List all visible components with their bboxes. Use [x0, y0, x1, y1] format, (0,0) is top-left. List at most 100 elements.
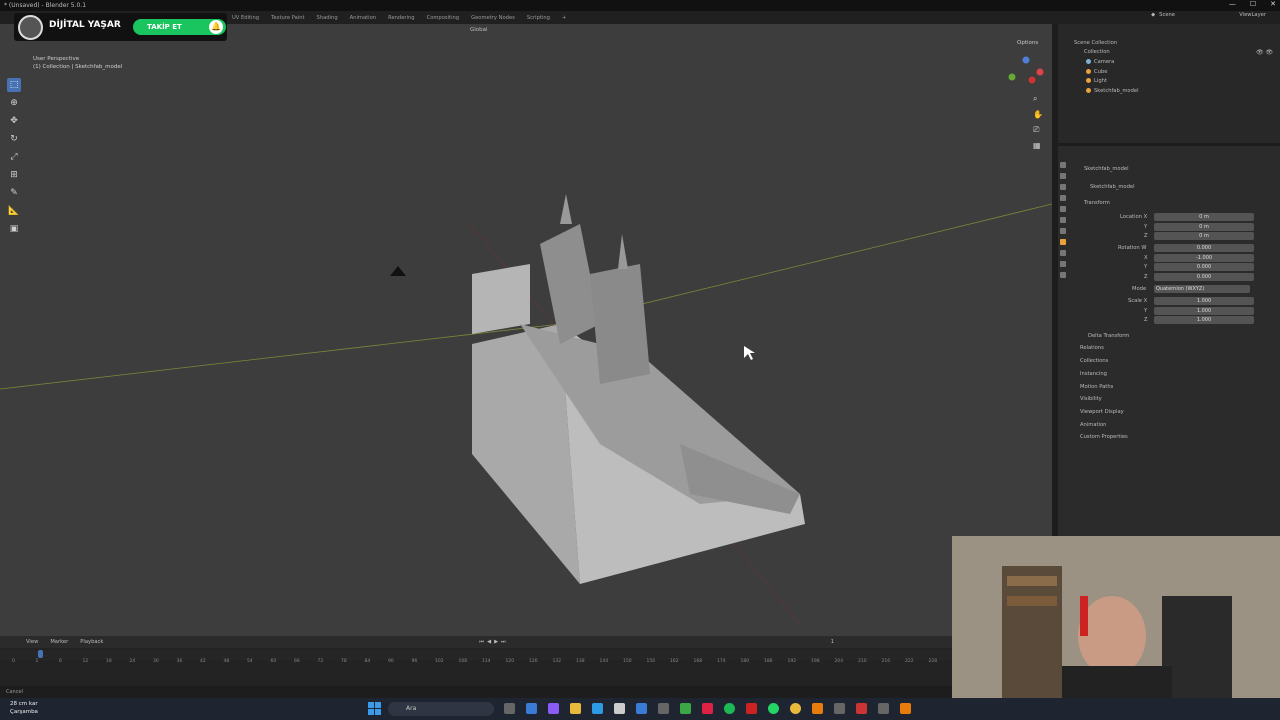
- spotify-icon[interactable]: [724, 703, 735, 714]
- render-tab-icon[interactable]: [1059, 173, 1066, 179]
- timeline-playback-menu[interactable]: Playback: [80, 639, 103, 645]
- weather-widget[interactable]: 28 cm kar Çarşamba: [10, 700, 38, 716]
- physics-tab-icon[interactable]: [1059, 261, 1066, 267]
- minimize-icon[interactable]: —: [1229, 0, 1236, 11]
- app-icon-3[interactable]: [614, 703, 625, 714]
- pan-hand-icon[interactable]: ✋: [1033, 110, 1043, 119]
- outliner-item-sketchfab[interactable]: Sketchfab_model: [1086, 88, 1139, 94]
- scene-selector[interactable]: ◆ Scene: [1151, 12, 1175, 18]
- view-layer-selector[interactable]: ViewLayer: [1239, 12, 1266, 18]
- scale-y-field[interactable]: 1.000: [1154, 307, 1254, 315]
- add-cube-tool-icon[interactable]: ▣: [7, 222, 21, 236]
- settings-icon[interactable]: [834, 703, 845, 714]
- navigation-gizmo[interactable]: [1006, 54, 1046, 88]
- orientation-dropdown[interactable]: Global: [470, 27, 488, 33]
- visibility-eye-icon[interactable]: 👁 👁: [1256, 49, 1273, 56]
- add-workspace-button[interactable]: +: [556, 15, 572, 21]
- outliner-item-cube[interactable]: Cube: [1086, 69, 1107, 75]
- close-icon[interactable]: ✕: [1270, 0, 1276, 11]
- zoom-icon[interactable]: ⌕: [1033, 94, 1043, 104]
- rotation-x-field[interactable]: -1.000: [1154, 254, 1254, 262]
- app-icon-1[interactable]: [526, 703, 537, 714]
- scene-tab-icon[interactable]: [1059, 206, 1066, 212]
- app-icon-5[interactable]: [658, 703, 669, 714]
- edge-icon[interactable]: [592, 703, 603, 714]
- section-custom-properties[interactable]: Custom Properties: [1080, 434, 1128, 440]
- playback-controls[interactable]: ⏮◀▶⏭: [479, 639, 508, 646]
- collection-label[interactable]: Collection: [1084, 49, 1110, 55]
- bell-icon[interactable]: 🔔: [209, 20, 223, 34]
- tab-geometry-nodes[interactable]: Geometry Nodes: [465, 15, 521, 21]
- camera-object[interactable]: [390, 266, 406, 276]
- options-button[interactable]: Options: [1017, 40, 1038, 46]
- app-icon-11[interactable]: [900, 703, 911, 714]
- scale-z-field[interactable]: 1.000: [1154, 316, 1254, 324]
- section-collections[interactable]: Collections: [1080, 358, 1108, 364]
- playhead[interactable]: [38, 650, 43, 658]
- location-z-field[interactable]: 0 m: [1154, 232, 1254, 240]
- object-tab-icon[interactable]: [1059, 239, 1066, 245]
- output-tab-icon[interactable]: [1059, 184, 1066, 190]
- cursor-tool-icon[interactable]: ⊕: [7, 96, 21, 110]
- section-instancing[interactable]: Instancing: [1080, 371, 1107, 377]
- section-viewport-display[interactable]: Viewport Display: [1080, 409, 1124, 415]
- app-icon-9[interactable]: [856, 703, 867, 714]
- tab-compositing[interactable]: Compositing: [421, 15, 466, 21]
- tab-animation[interactable]: Animation: [344, 15, 382, 21]
- timeline[interactable]: View Marker Playback ⏮◀▶⏭ 1 0 1 6 12 18 24 30 3…: [0, 636, 952, 686]
- scale-tool-icon[interactable]: ⤢: [7, 150, 21, 164]
- blender-taskbar-icon[interactable]: [812, 703, 823, 714]
- section-delta-transform[interactable]: Delta Transform: [1088, 333, 1129, 339]
- file-explorer-icon[interactable]: [570, 703, 581, 714]
- app-icon-7[interactable]: [702, 703, 713, 714]
- select-tool-icon[interactable]: ⬚: [7, 78, 21, 92]
- task-view-icon[interactable]: [504, 703, 515, 714]
- section-animation[interactable]: Animation: [1080, 422, 1106, 428]
- timeline-marker-menu[interactable]: Marker: [50, 639, 68, 645]
- collection-tab-icon[interactable]: [1059, 228, 1066, 234]
- app-icon-4[interactable]: [636, 703, 647, 714]
- rotation-w-field[interactable]: 0.000: [1154, 244, 1254, 252]
- measure-tool-icon[interactable]: 📐: [7, 204, 21, 218]
- follow-button[interactable]: TAKİP ET 🔔: [133, 19, 226, 35]
- app-icon-8[interactable]: [746, 703, 757, 714]
- whatsapp-icon[interactable]: [768, 703, 779, 714]
- scene-collection-label[interactable]: Scene Collection: [1074, 40, 1117, 46]
- transform-section[interactable]: Transform: [1084, 200, 1110, 206]
- app-icon-10[interactable]: [878, 703, 889, 714]
- object-name-field[interactable]: Sketchfab_model: [1090, 184, 1135, 190]
- outliner-item-camera[interactable]: Camera: [1086, 59, 1114, 65]
- rotation-z-field[interactable]: 0.000: [1154, 273, 1254, 281]
- sketchfab-model[interactable]: [472, 194, 805, 584]
- maximize-icon[interactable]: ☐: [1250, 0, 1256, 11]
- move-tool-icon[interactable]: ✥: [7, 114, 21, 128]
- constraint-tab-icon[interactable]: [1059, 272, 1066, 278]
- rotate-tool-icon[interactable]: ↻: [7, 132, 21, 146]
- section-relations[interactable]: Relations: [1080, 345, 1104, 351]
- timeline-view-menu[interactable]: View: [26, 639, 38, 645]
- 3d-viewport[interactable]: Global Options User Perspective (1) Coll…: [0, 24, 1052, 636]
- transform-tool-icon[interactable]: ⊞: [7, 168, 21, 182]
- frame-ruler[interactable]: 0 1 6 12 18 24 30 36 42 48 54 60 66 72 78 84 90 96 102 108 1…: [0, 650, 952, 664]
- current-frame-field[interactable]: 1: [831, 639, 834, 645]
- tool-tab-icon[interactable]: [1059, 162, 1066, 168]
- annotate-tool-icon[interactable]: ✎: [7, 186, 21, 200]
- tab-scripting[interactable]: Scripting: [521, 15, 556, 21]
- ortho-grid-icon[interactable]: ▦: [1033, 141, 1043, 150]
- camera-view-icon[interactable]: ⎚: [1033, 125, 1043, 135]
- location-x-field[interactable]: 0 m: [1154, 213, 1254, 221]
- view-layer-tab-icon[interactable]: [1059, 195, 1066, 201]
- windows-start-icon[interactable]: [368, 702, 381, 715]
- tab-texture-paint[interactable]: Texture Paint: [265, 15, 310, 21]
- outliner-item-light[interactable]: Light: [1086, 78, 1107, 84]
- taskbar-search[interactable]: Ara: [388, 702, 494, 716]
- app-icon-6[interactable]: [680, 703, 691, 714]
- modifier-tab-icon[interactable]: [1059, 250, 1066, 256]
- world-tab-icon[interactable]: [1059, 217, 1066, 223]
- tab-shading[interactable]: Shading: [311, 15, 344, 21]
- rotation-y-field[interactable]: 0.000: [1154, 263, 1254, 271]
- rotation-mode-dropdown[interactable]: Quaternion (WXYZ): [1154, 285, 1250, 293]
- section-motion-paths[interactable]: Motion Paths: [1080, 384, 1113, 390]
- location-y-field[interactable]: 0 m: [1154, 223, 1254, 231]
- section-visibility[interactable]: Visibility: [1080, 396, 1102, 402]
